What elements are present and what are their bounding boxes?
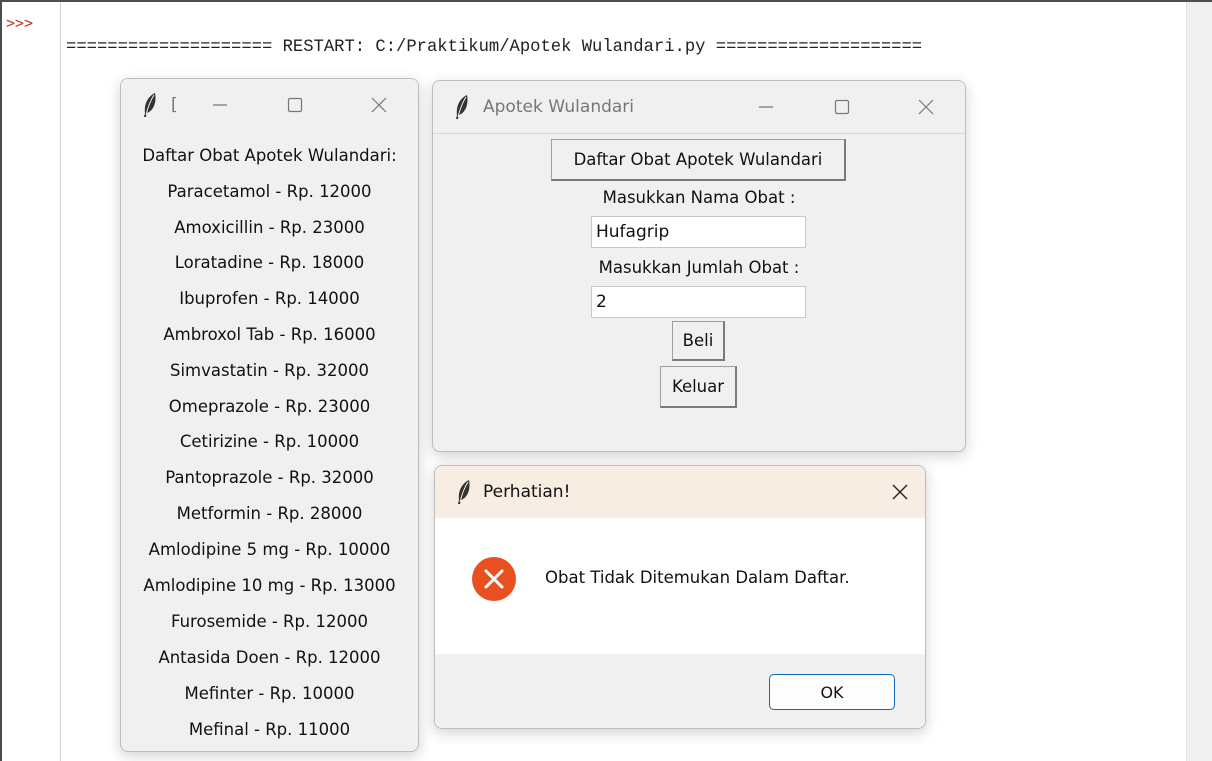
list-item: Simvastatin - Rp. 32000 xyxy=(169,361,370,380)
maximize-icon xyxy=(287,97,303,113)
dialog-title: Perhatian! xyxy=(483,482,571,502)
minimize-icon xyxy=(759,106,773,108)
list-item: Furosemide - Rp. 12000 xyxy=(171,612,368,631)
list-item: Mefinter - Rp. 10000 xyxy=(184,684,355,703)
minimize-button[interactable] xyxy=(197,79,243,131)
drug-list-titlebar[interactable]: [ xyxy=(121,79,418,131)
minimize-icon xyxy=(213,104,227,106)
list-item: Ambroxol Tab - Rp. 16000 xyxy=(163,325,376,344)
list-item: Ibuprofen - Rp. 14000 xyxy=(179,289,360,308)
ok-button[interactable]: OK xyxy=(769,674,895,710)
dialog-body: Obat Tidak Ditemukan Dalam Daftar. xyxy=(435,518,925,654)
list-item: Paracetamol - Rp. 12000 xyxy=(167,182,372,201)
main-content: Daftar Obat Apotek Wulandari Masukkan Na… xyxy=(433,133,965,451)
error-dialog: Perhatian! Obat Tidak Ditemukan Dalam Da… xyxy=(434,465,926,729)
close-icon xyxy=(892,484,908,500)
list-item: Amlodipine 5 mg - Rp. 10000 xyxy=(148,540,391,559)
maximize-button[interactable] xyxy=(819,81,865,133)
restart-line: ==================== RESTART: C:/Praktik… xyxy=(66,38,923,57)
drug-list-window: [ Daftar Obat Apotek Wulandari: Paraceta… xyxy=(120,78,419,752)
list-item: Amoxicillin - Rp. 23000 xyxy=(174,218,365,237)
list-item: Pantoprazole - Rp. 32000 xyxy=(165,468,374,487)
maximize-icon xyxy=(834,99,850,115)
feather-icon xyxy=(458,480,470,504)
close-button[interactable] xyxy=(903,81,949,133)
close-icon xyxy=(918,99,934,115)
shell-scrollbar[interactable] xyxy=(1186,2,1212,761)
list-item: Amlodipine 10 mg - Rp. 13000 xyxy=(143,576,396,595)
list-item: Mefinal - Rp. 11000 xyxy=(188,720,351,739)
close-icon xyxy=(371,97,387,113)
drug-list-title: [ xyxy=(171,95,178,115)
list-item: Cetirizine - Rp. 10000 xyxy=(179,432,360,451)
error-icon xyxy=(472,557,516,601)
dialog-titlebar[interactable]: Perhatian! xyxy=(435,466,925,518)
feather-icon xyxy=(144,93,156,117)
drug-list-content: Daftar Obat Apotek Wulandari: Paracetamo… xyxy=(121,131,418,751)
list-item: Antasida Doen - Rp. 12000 xyxy=(158,648,381,667)
exit-button[interactable]: Keluar xyxy=(660,366,737,408)
maximize-button[interactable] xyxy=(272,79,318,131)
list-item: Omeprazole - Rp. 23000 xyxy=(168,397,371,416)
quantity-label: Masukkan Jumlah Obat : xyxy=(598,258,800,277)
shell-prompt: >>> xyxy=(6,14,34,32)
main-titlebar[interactable]: Apotek Wulandari xyxy=(433,81,965,133)
minimize-button[interactable] xyxy=(743,81,789,133)
drug-name-label: Masukkan Nama Obat : xyxy=(602,188,796,207)
dialog-close-button[interactable] xyxy=(875,466,925,518)
shell-gutter: >>> xyxy=(2,2,61,761)
main-window: Apotek Wulandari Daftar Obat Apotek Wula… xyxy=(432,80,966,452)
main-window-title: Apotek Wulandari xyxy=(483,97,635,117)
feather-icon xyxy=(456,95,468,119)
close-button[interactable] xyxy=(356,79,402,131)
buy-button[interactable]: Beli xyxy=(672,321,725,361)
drug-list-heading: Daftar Obat Apotek Wulandari: xyxy=(142,146,397,165)
drug-name-input[interactable]: Hufagrip xyxy=(591,216,806,248)
dialog-message: Obat Tidak Ditemukan Dalam Daftar. xyxy=(545,568,850,587)
drug-list-button[interactable]: Daftar Obat Apotek Wulandari xyxy=(551,139,846,181)
list-item: Loratadine - Rp. 18000 xyxy=(174,253,365,272)
quantity-input[interactable]: 2 xyxy=(591,286,806,318)
dialog-footer: OK xyxy=(435,654,925,728)
list-item: Metformin - Rp. 28000 xyxy=(176,504,363,523)
